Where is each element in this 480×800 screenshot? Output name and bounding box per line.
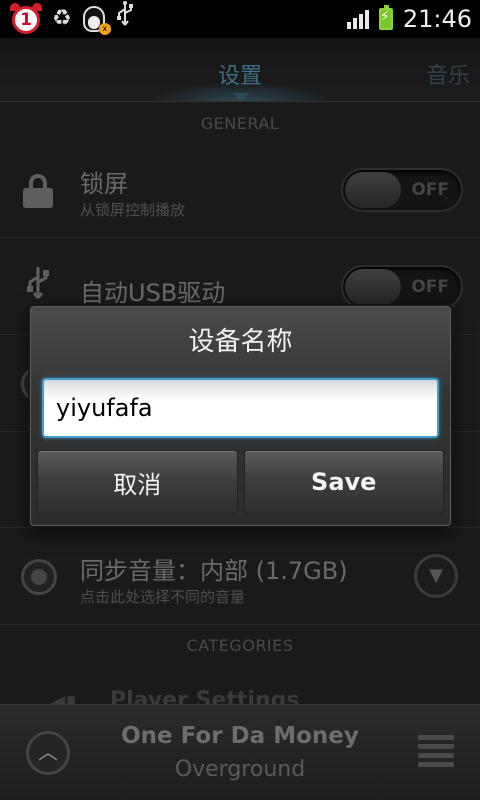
setting-row-lock-screen[interactable]: 锁屏 从锁屏控制播放 OFF [0, 142, 480, 238]
dialog-button-bar: 取消 Save [37, 450, 444, 516]
qq-penguin-icon: x [80, 4, 111, 35]
battery-charging-icon [378, 5, 393, 30]
setting-subtitle: 点击此处选择不同的音量 [80, 588, 246, 606]
usb-icon [20, 265, 56, 301]
auto-usb-toggle[interactable]: OFF [341, 265, 463, 309]
signal-icon [346, 9, 369, 29]
alarm-badge: 1 [12, 6, 40, 34]
save-button[interactable]: Save [243, 450, 444, 514]
tab-indicator [233, 93, 249, 101]
tab-bar: 设置 音乐 [0, 38, 480, 102]
toggle-knob [345, 172, 401, 208]
toggle-state: OFF [411, 277, 449, 297]
lock-screen-toggle[interactable]: OFF [341, 168, 463, 212]
device-name-dialog: 设备名称 取消 Save [30, 306, 451, 526]
section-title-general: GENERAL [200, 114, 280, 133]
now-playing-artist: Overground [174, 757, 306, 782]
notification-icons: 1 ♻ x [8, 1, 134, 37]
usb-icon [116, 1, 134, 37]
clock: 21:46 [402, 5, 472, 33]
tab-settings[interactable]: 设置 [0, 58, 480, 90]
section-title-categories: CATEGORIES [186, 636, 294, 655]
setting-title: 同步音量：内部 (1.7GB) [80, 557, 348, 585]
setting-row-sync-volume[interactable]: 同步音量：内部 (1.7GB) 点击此处选择不同的音量 ▼ [0, 529, 480, 625]
now-playing-title: One For Da Money [121, 723, 359, 749]
tab-music[interactable]: 音乐 [426, 58, 470, 90]
playlist-icon[interactable] [418, 735, 454, 775]
now-playing-bar[interactable]: ︿ One For Da Money Overground [0, 704, 480, 800]
disc-icon [21, 559, 57, 595]
cancel-button[interactable]: 取消 [37, 450, 238, 514]
alarm-clock-icon: 1 [8, 3, 44, 35]
system-icons: 21:46 [346, 0, 472, 38]
device-name-input[interactable] [42, 378, 439, 438]
toggle-knob [345, 269, 401, 305]
status-bar: 1 ♻ x 21:46 [0, 0, 480, 38]
chevron-down-icon[interactable]: ▼ [414, 554, 458, 598]
lock-icon [23, 174, 53, 208]
setting-title: 自动USB驱动 [80, 279, 226, 307]
recycle-icon: ♻ [52, 6, 72, 31]
setting-subtitle: 从锁屏控制播放 [80, 201, 186, 219]
setting-title: 锁屏 [80, 170, 128, 198]
toggle-state: OFF [411, 180, 449, 200]
dialog-title: 设备名称 [188, 327, 293, 357]
